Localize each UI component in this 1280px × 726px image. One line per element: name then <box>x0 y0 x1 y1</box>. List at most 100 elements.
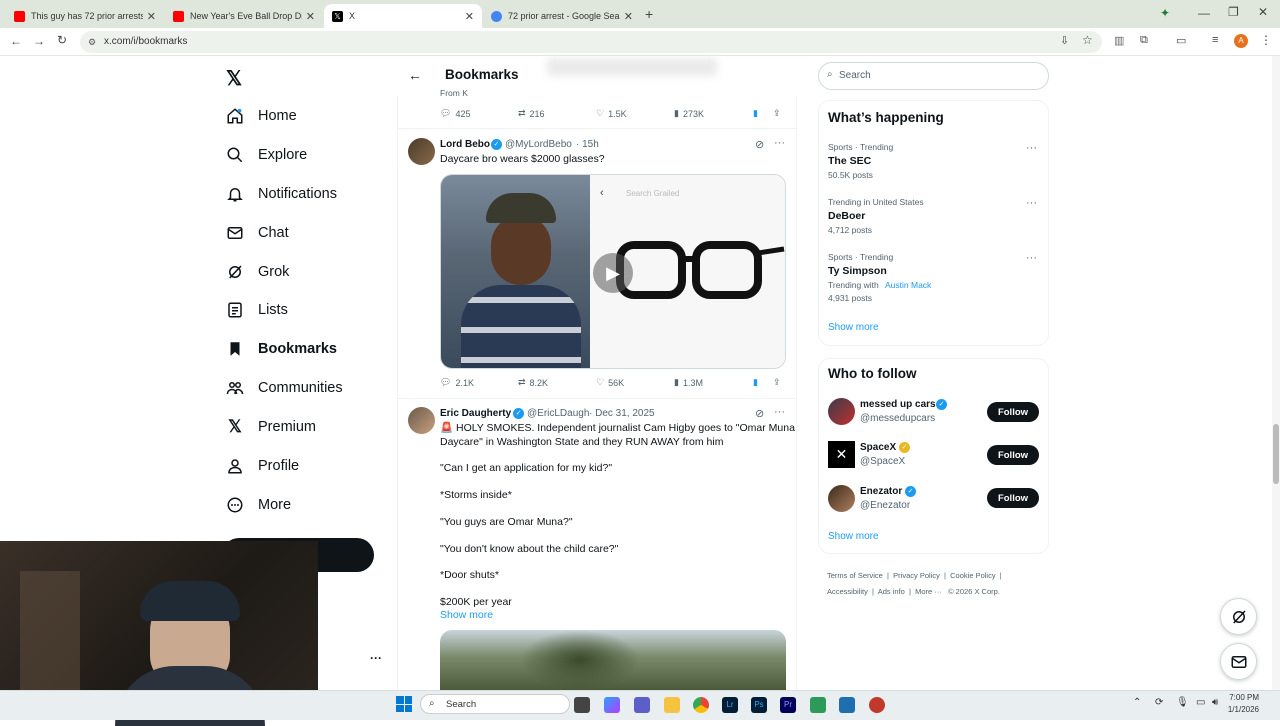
author-handle[interactable]: @MyLordBebo <box>505 139 572 150</box>
like-button[interactable]: ♡ 1.5K <box>596 108 627 119</box>
grok-float-button[interactable] <box>1220 598 1257 635</box>
grok-explain-icon[interactable]: ⊘ <box>755 407 764 420</box>
maximize-icon[interactable]: ❐ <box>1228 5 1239 19</box>
gemini-icon[interactable]: ✦ <box>1160 6 1170 20</box>
back-arrow-icon[interactable]: ← <box>408 67 422 83</box>
play-button-icon[interactable]: ▶ <box>593 253 633 293</box>
nav-lists[interactable]: Lists <box>224 295 288 325</box>
close-window-icon[interactable]: ✕ <box>1258 5 1268 19</box>
nav-profile[interactable]: Profile <box>224 451 299 481</box>
install-icon[interactable]: ⇩ <box>1060 34 1069 47</box>
trending-show-more[interactable]: Show more <box>828 322 879 333</box>
windows-start-icon[interactable] <box>396 696 412 712</box>
trend-item[interactable]: Sports · Trending The SEC 50.5K posts ··… <box>818 140 1049 186</box>
app-icon[interactable] <box>839 697 855 713</box>
extensions-puzzle-icon[interactable]: ⧉ <box>1140 34 1148 47</box>
back-icon[interactable]: ← <box>10 34 22 48</box>
sync-icon[interactable]: ⟳ <box>1155 697 1163 708</box>
chevron-up-icon[interactable]: ⌃ <box>1133 697 1141 708</box>
file-explorer-icon[interactable] <box>664 697 680 713</box>
nav-home[interactable]: Home <box>224 101 297 131</box>
avatar[interactable] <box>408 407 435 434</box>
avatar[interactable] <box>408 138 435 165</box>
browser-tab-4[interactable]: 72 prior arrest - Google Search ✕ <box>483 4 641 28</box>
search-input[interactable]: ⌕ Search <box>818 62 1049 90</box>
messages-float-button[interactable] <box>1220 643 1257 680</box>
minimize-icon[interactable]: — <box>1198 6 1210 20</box>
account-more-icon[interactable]: ··· <box>370 651 382 665</box>
tweet-time[interactable]: · Dec 31, 2025 <box>589 408 655 419</box>
avatar[interactable] <box>828 485 855 512</box>
nav-notifications[interactable]: Notifications <box>224 179 337 209</box>
close-tab-icon[interactable]: ✕ <box>465 10 474 23</box>
follow-button[interactable]: Follow <box>987 488 1039 508</box>
trend-with-link[interactable]: Austin Mack <box>885 280 931 290</box>
premiere-icon[interactable]: Pr <box>780 697 796 713</box>
url-input[interactable]: ⚙ x.com/i/bookmarks <box>80 31 1102 53</box>
share-button[interactable]: ⇪ <box>773 108 781 119</box>
media-icon[interactable]: ≡ <box>1212 34 1218 46</box>
author-name[interactable]: Lord Bebo <box>440 139 490 150</box>
views-button[interactable]: ▮ 273K <box>674 108 704 119</box>
trend-more-icon[interactable]: ··· <box>1026 142 1037 154</box>
browser-tab-3[interactable]: 𝕏 X ✕ <box>324 4 482 28</box>
footer-link[interactable]: Ads info <box>878 587 905 596</box>
scrollbar[interactable] <box>1272 56 1280 690</box>
footer-link[interactable]: Cookie Policy <box>950 571 995 580</box>
forward-icon[interactable]: → <box>33 34 45 48</box>
share-button[interactable]: ⇪ <box>773 377 781 388</box>
follow-button[interactable]: Follow <box>987 445 1039 465</box>
author-handle[interactable]: @EricLDaugh <box>527 408 589 419</box>
trend-more-icon[interactable]: ··· <box>1026 252 1037 264</box>
trend-more-icon[interactable]: ··· <box>1026 197 1037 209</box>
tweet-video[interactable]: ‹ Search Grailed ▶ <box>440 174 786 369</box>
nav-more[interactable]: More <box>224 490 291 520</box>
bookmark-star-icon[interactable]: ☆ <box>1082 33 1093 47</box>
more-options-icon[interactable]: ··· <box>774 137 785 149</box>
teams-icon[interactable] <box>634 697 650 713</box>
network-icon[interactable]: ▭ <box>1196 697 1205 708</box>
nav-chat[interactable]: Chat <box>224 218 289 248</box>
like-button[interactable]: ♡ 56K <box>596 377 624 388</box>
photoshop-icon[interactable]: Ps <box>751 697 767 713</box>
trend-item[interactable]: Trending in United States DeBoer 4,712 p… <box>818 195 1049 241</box>
spacex-avatar[interactable]: ✕ <box>828 441 855 468</box>
extension-icon[interactable]: ▥ <box>1114 34 1124 47</box>
menu-icon[interactable]: ⋮ <box>1260 33 1272 47</box>
footer-link[interactable]: Terms of Service <box>827 571 883 580</box>
x-logo-icon[interactable]: 𝕏 <box>226 66 242 91</box>
nav-explore[interactable]: Explore <box>224 140 307 170</box>
close-tab-icon[interactable]: ✕ <box>306 10 315 23</box>
taskbar-time[interactable]: 7:00 PM <box>1225 693 1259 702</box>
show-more-link[interactable]: Show more <box>440 609 493 623</box>
copilot-icon[interactable] <box>604 697 620 713</box>
footer-link[interactable]: More ··· <box>915 587 942 596</box>
sheets-icon[interactable] <box>810 697 826 713</box>
scrollbar-thumb[interactable] <box>1273 424 1279 484</box>
account-name[interactable]: Enezator <box>860 486 902 497</box>
nav-communities[interactable]: Communities <box>224 373 343 403</box>
tweet-media-image[interactable] <box>440 630 786 690</box>
profile-avatar[interactable]: A <box>1234 34 1248 48</box>
nav-bookmarks[interactable]: Bookmarks <box>224 334 337 364</box>
bookmark-button[interactable]: ▮ <box>753 108 758 119</box>
trend-item[interactable]: Sports · Trending Ty Simpson Trending wi… <box>818 250 1049 306</box>
bookmark-button[interactable]: ▮ <box>753 377 758 388</box>
taskbar-search[interactable]: ⌕ Search <box>420 694 570 714</box>
footer-link[interactable]: Accessibility <box>827 587 868 596</box>
repost-button[interactable]: ⇄ 216 <box>518 108 545 119</box>
microphone-icon[interactable]: 🎙︎ <box>1176 697 1189 708</box>
browser-tab-1[interactable]: This guy has 72 prior arrests - ✕ <box>6 4 164 28</box>
split-view-icon[interactable]: ▭ <box>1176 34 1186 47</box>
nav-grok[interactable]: Grok <box>224 257 289 287</box>
account-name[interactable]: SpaceX <box>860 442 896 453</box>
tweet-time[interactable]: · 15h <box>576 139 599 150</box>
new-tab-icon[interactable]: + <box>645 6 653 22</box>
taskbar-date[interactable]: 1/1/2026 <box>1225 705 1259 714</box>
reload-icon[interactable]: ↻ <box>57 33 67 47</box>
avatar[interactable] <box>828 398 855 425</box>
chrome-icon[interactable] <box>693 697 709 713</box>
task-view-icon[interactable] <box>574 697 590 713</box>
grok-explain-icon[interactable]: ⊘ <box>755 138 764 151</box>
reply-button[interactable]: 💬︎ 425 <box>440 108 470 119</box>
